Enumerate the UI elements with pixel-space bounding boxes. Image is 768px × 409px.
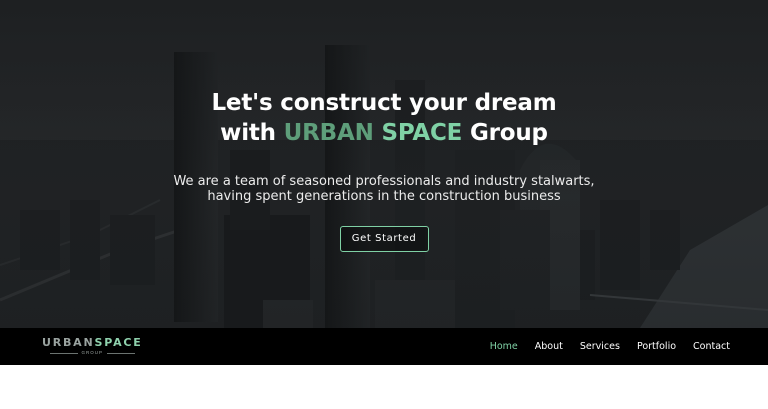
hero-content: Let's construct your dream with URBAN SP… [0,88,768,252]
nav-link-contact[interactable]: Contact [693,341,730,352]
hero-subtitle: We are a team of seasoned professionals … [0,174,768,204]
brand-logo-part2: SPACE [94,336,143,349]
hero-title-accent-space: SPACE [381,120,463,146]
nav-link-services[interactable]: Services [580,341,620,352]
get-started-button[interactable]: Get Started [339,226,429,252]
logo-divider-right [107,352,136,354]
brand-logo-tagline: GROUP [81,350,104,355]
main-navbar: URBANSPACE GROUP Home About Services Por… [0,328,768,365]
hero-title: Let's construct your dream with URBAN SP… [0,88,768,148]
content-area [0,365,768,409]
brand-logo-wordmark: URBANSPACE [42,337,143,349]
hero-subtitle-line1: We are a team of seasoned professionals … [173,174,595,189]
hero-title-line1: Let's construct your dream [211,90,557,116]
hero-title-end: Group [462,120,548,146]
hero-subtitle-line2: having spent generations in the construc… [207,189,561,204]
nav-links: Home About Services Portfolio Contact [490,341,730,352]
hero-section: Let's construct your dream with URBAN SP… [0,0,768,328]
logo-divider-left [49,352,78,354]
hero-title-with: with [220,120,284,146]
brand-logo[interactable]: URBANSPACE GROUP [42,337,143,356]
nav-link-portfolio[interactable]: Portfolio [637,341,676,352]
nav-link-about[interactable]: About [535,341,563,352]
brand-logo-tagline-row: GROUP [49,350,136,356]
brand-logo-part1: URBAN [42,336,95,349]
hero-title-accent-urban: URBAN [283,120,374,146]
nav-link-home[interactable]: Home [490,341,518,352]
